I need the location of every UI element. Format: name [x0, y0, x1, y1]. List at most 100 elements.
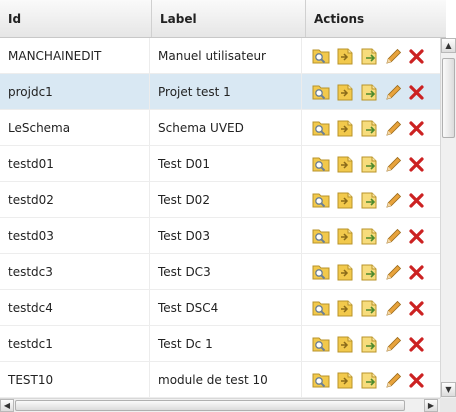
table-row[interactable]: TEST10 module de test 10 — [0, 362, 440, 398]
edit-pencil-icon[interactable] — [382, 297, 404, 319]
table-row[interactable]: testd01 Test D01 — [0, 146, 440, 182]
table-row[interactable]: projdc1 Projet test 1 — [0, 74, 440, 110]
edit-pencil-icon[interactable] — [382, 369, 404, 391]
export-document-icon[interactable] — [334, 261, 356, 283]
view-document-icon[interactable] — [310, 297, 332, 319]
row-actions-cell — [302, 326, 440, 361]
edit-pencil-icon[interactable] — [382, 117, 404, 139]
scroll-right-button[interactable]: ▶ — [424, 399, 438, 412]
row-id-cell: testdc3 — [0, 254, 150, 289]
move-document-icon[interactable] — [358, 117, 380, 139]
table-row[interactable]: testdc3 Test DC3 — [0, 254, 440, 290]
scroll-left-button[interactable]: ◀ — [0, 399, 14, 412]
delete-icon[interactable] — [406, 189, 428, 211]
table-row[interactable]: testdc1 Test Dc 1 — [0, 326, 440, 362]
row-label-cell: Test DSC4 — [150, 290, 302, 325]
scroll-up-button[interactable]: ▲ — [441, 38, 456, 53]
edit-pencil-icon[interactable] — [382, 225, 404, 247]
row-actions-cell — [302, 110, 440, 145]
row-label-cell: Manuel utilisateur — [150, 38, 302, 73]
move-document-icon[interactable] — [358, 369, 380, 391]
export-document-icon[interactable] — [334, 189, 356, 211]
vertical-scroll-thumb[interactable] — [442, 58, 455, 138]
grid-header: Id Label Actions — [0, 0, 446, 38]
row-id-cell: testd01 — [0, 146, 150, 181]
delete-icon[interactable] — [406, 117, 428, 139]
delete-icon[interactable] — [406, 261, 428, 283]
data-grid: Id Label Actions MANCHAINEDIT Manuel util… — [0, 0, 456, 412]
delete-icon[interactable] — [406, 333, 428, 355]
row-label-cell: Test Dc 1 — [150, 326, 302, 361]
move-document-icon[interactable] — [358, 153, 380, 175]
row-label-cell: Test DC3 — [150, 254, 302, 289]
move-document-icon[interactable] — [358, 81, 380, 103]
view-document-icon[interactable] — [310, 81, 332, 103]
row-actions-cell — [302, 290, 440, 325]
column-header-id[interactable]: Id — [0, 0, 152, 37]
delete-icon[interactable] — [406, 81, 428, 103]
row-id-cell: MANCHAINEDIT — [0, 38, 150, 73]
row-actions-cell — [302, 254, 440, 289]
view-document-icon[interactable] — [310, 189, 332, 211]
view-document-icon[interactable] — [310, 369, 332, 391]
row-label-cell: Test D03 — [150, 218, 302, 253]
export-document-icon[interactable] — [334, 297, 356, 319]
row-id-cell: TEST10 — [0, 362, 150, 397]
export-document-icon[interactable] — [334, 45, 356, 67]
row-id-cell: LeSchema — [0, 110, 150, 145]
export-document-icon[interactable] — [334, 81, 356, 103]
delete-icon[interactable] — [406, 153, 428, 175]
move-document-icon[interactable] — [358, 189, 380, 211]
export-document-icon[interactable] — [334, 153, 356, 175]
edit-pencil-icon[interactable] — [382, 333, 404, 355]
row-id-cell: projdc1 — [0, 74, 150, 109]
edit-pencil-icon[interactable] — [382, 261, 404, 283]
row-label-cell: module de test 10 — [150, 362, 302, 397]
row-actions-cell — [302, 182, 440, 217]
delete-icon[interactable] — [406, 369, 428, 391]
delete-icon[interactable] — [406, 297, 428, 319]
view-document-icon[interactable] — [310, 45, 332, 67]
grid-body: MANCHAINEDIT Manuel utilisateur projdc1 Pro… — [0, 38, 440, 398]
horizontal-scroll-thumb[interactable] — [15, 400, 405, 411]
vertical-scrollbar[interactable]: ▲ ▼ — [440, 38, 456, 398]
row-actions-cell — [302, 74, 440, 109]
horizontal-scrollbar[interactable]: ◀ ▶ — [0, 398, 440, 412]
move-document-icon[interactable] — [358, 261, 380, 283]
edit-pencil-icon[interactable] — [382, 45, 404, 67]
scroll-down-button[interactable]: ▼ — [441, 382, 456, 397]
row-id-cell: testd03 — [0, 218, 150, 253]
move-document-icon[interactable] — [358, 225, 380, 247]
edit-pencil-icon[interactable] — [382, 81, 404, 103]
row-actions-cell — [302, 218, 440, 253]
export-document-icon[interactable] — [334, 117, 356, 139]
move-document-icon[interactable] — [358, 297, 380, 319]
delete-icon[interactable] — [406, 45, 428, 67]
scrollbar-corner — [440, 398, 456, 412]
delete-icon[interactable] — [406, 225, 428, 247]
row-id-cell: testdc1 — [0, 326, 150, 361]
view-document-icon[interactable] — [310, 261, 332, 283]
column-header-actions[interactable]: Actions — [306, 0, 446, 37]
table-row[interactable]: LeSchema Schema UVED — [0, 110, 440, 146]
export-document-icon[interactable] — [334, 333, 356, 355]
table-row[interactable]: testdc4 Test DSC4 — [0, 290, 440, 326]
table-row[interactable]: MANCHAINEDIT Manuel utilisateur — [0, 38, 440, 74]
row-label-cell: Test D02 — [150, 182, 302, 217]
edit-pencil-icon[interactable] — [382, 153, 404, 175]
table-row[interactable]: testd02 Test D02 — [0, 182, 440, 218]
view-document-icon[interactable] — [310, 117, 332, 139]
column-header-label[interactable]: Label — [152, 0, 306, 37]
export-document-icon[interactable] — [334, 369, 356, 391]
row-label-cell: Schema UVED — [150, 110, 302, 145]
row-actions-cell — [302, 362, 440, 397]
table-row[interactable]: testd03 Test D03 — [0, 218, 440, 254]
row-id-cell: testd02 — [0, 182, 150, 217]
view-document-icon[interactable] — [310, 153, 332, 175]
edit-pencil-icon[interactable] — [382, 189, 404, 211]
view-document-icon[interactable] — [310, 225, 332, 247]
move-document-icon[interactable] — [358, 45, 380, 67]
export-document-icon[interactable] — [334, 225, 356, 247]
move-document-icon[interactable] — [358, 333, 380, 355]
view-document-icon[interactable] — [310, 333, 332, 355]
